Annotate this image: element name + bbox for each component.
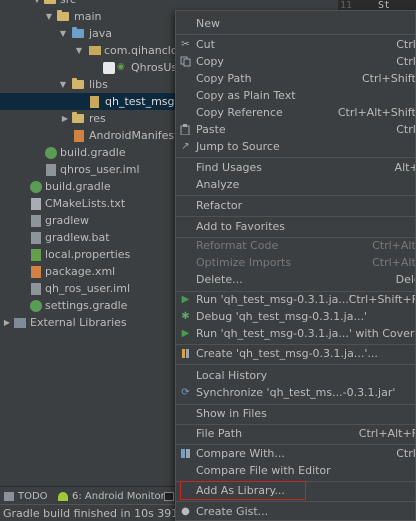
expand-arrow-icon[interactable]: ▼ <box>58 80 68 90</box>
jar-icon <box>90 96 99 108</box>
debug-icon: ✱ <box>181 311 190 322</box>
menu-item-create-run-config[interactable]: Create 'qh_test_msg-0.3.1.ja...'... <box>176 345 415 362</box>
file-icon <box>31 215 41 227</box>
tree-item-manifest[interactable]: AndroidManifest.x <box>0 127 188 144</box>
menu-item-paste[interactable]: Paste Ctrl+ <box>176 121 415 138</box>
collapse-arrow-icon[interactable]: ▶ <box>2 318 12 328</box>
collapse-arrow-icon[interactable]: ▶ <box>60 114 70 124</box>
tree-item-gradlew[interactable]: gradlew <box>0 212 178 229</box>
tree-item-package-xml[interactable]: package.xml <box>0 263 178 280</box>
paste-icon <box>180 124 191 136</box>
cut-icon: ✂ <box>181 39 190 50</box>
todo-tool-button[interactable]: TODO <box>4 489 48 503</box>
xml-file-icon <box>31 266 41 278</box>
menu-item-new[interactable]: New <box>176 15 415 32</box>
tree-item-package[interactable]: ▼ com.qihancloud <box>0 42 192 59</box>
status-text: Gradle build finished in 10s 391ms ( <box>3 507 203 520</box>
tree-item-gradlew-bat[interactable]: gradlew.bat <box>0 229 178 246</box>
menu-item-add-to-favorites[interactable]: Add to Favorites <box>176 218 415 235</box>
gradle-icon <box>30 181 42 193</box>
text-file-icon <box>31 198 41 210</box>
folder-icon <box>72 78 84 89</box>
menu-separator <box>176 157 415 158</box>
coverage-icon: ▶ <box>181 328 190 339</box>
menu-item-show-in-files[interactable]: Show in Files <box>176 405 415 422</box>
tree-item-jar[interactable]: qh_test_msg-0.3 <box>0 93 196 110</box>
menu-item-copy-plain-text[interactable]: Copy as Plain Text <box>176 87 415 104</box>
tree-item-src[interactable]: ▼ src <box>0 0 178 8</box>
menu-item-reformat-code[interactable]: Reformat Code Ctrl+Alt+ <box>176 237 415 254</box>
sync-icon: ⟳ <box>181 387 190 398</box>
tree-item-build-gradle[interactable]: build.gradle <box>0 178 178 195</box>
source-folder-icon <box>72 27 84 38</box>
menu-item-create-gist[interactable]: ● Create Gist... <box>176 503 415 520</box>
menu-item-cut[interactable]: ✂ Cut Ctrl+ <box>176 36 415 53</box>
menu-item-jump-to-source[interactable]: ↗ Jump to Source F <box>176 138 415 155</box>
gist-icon: ● <box>181 506 190 517</box>
expand-arrow-icon[interactable]: ▼ <box>58 29 68 39</box>
android-icon <box>58 491 68 501</box>
expand-arrow-icon[interactable]: ▼ <box>32 0 42 5</box>
tree-item-main[interactable]: ▼ main <box>0 8 178 25</box>
tree-item-libs[interactable]: ▼ libs <box>0 76 178 93</box>
folder-icon <box>57 10 69 21</box>
menu-item-run-with-coverage[interactable]: ▶ Run 'qh_test_msg-0.3.1.ja...' with Cov… <box>176 325 415 342</box>
folder-icon <box>44 0 56 4</box>
tree-item-external-libraries[interactable]: ▶ External Libraries <box>0 314 178 331</box>
tree-item-module-iml[interactable]: qhros_user.iml <box>0 161 178 178</box>
todo-icon <box>4 491 14 501</box>
gradle-icon <box>45 147 57 159</box>
jump-icon: ↗ <box>181 141 190 152</box>
tree-item-settings-gradle[interactable]: settings.gradle <box>0 297 178 314</box>
iml-file-icon <box>46 164 56 176</box>
android-monitor-tool-button[interactable]: 6: Android Monitor <box>58 489 165 503</box>
menu-separator <box>176 216 415 217</box>
menu-item-copy-path[interactable]: Copy Path Ctrl+Shift+ <box>176 70 415 87</box>
menu-item-synchronize[interactable]: ⟳ Synchronize 'qh_test_ms...-0.3.1.jar' <box>176 384 415 401</box>
run-icon: ▶ <box>181 294 190 305</box>
package-icon <box>89 46 101 55</box>
resource-folder-icon <box>72 112 84 123</box>
expand-arrow-icon[interactable]: ▼ <box>74 46 84 56</box>
menu-separator <box>176 34 415 35</box>
menu-item-compare-file-with-editor[interactable]: Compare File with Editor <box>176 462 415 479</box>
context-menu: New ✂ Cut Ctrl+ Copy Ctrl+ Copy Path Ctr… <box>175 10 416 521</box>
menu-item-file-path[interactable]: File Path Ctrl+Alt+F1 <box>176 425 415 442</box>
manifest-file-icon <box>74 130 84 142</box>
menu-item-delete[interactable]: Delete... Delet <box>176 271 415 288</box>
menu-item-optimize-imports[interactable]: Optimize Imports Ctrl+Alt+ <box>176 254 415 271</box>
compare-icon <box>180 448 191 459</box>
menu-item-add-as-library[interactable]: Add As Library... <box>176 482 415 499</box>
menu-item-copy[interactable]: Copy Ctrl+ <box>176 53 415 70</box>
tree-item-cmakelists[interactable]: CMakeLists.txt <box>0 195 178 212</box>
menu-item-refactor[interactable]: Refactor <box>176 197 415 214</box>
menu-item-local-history[interactable]: Local History <box>176 367 415 384</box>
tree-item-res[interactable]: ▶ res <box>0 110 178 127</box>
iml-file-icon <box>31 283 41 295</box>
properties-file-icon <box>31 249 41 261</box>
menu-item-compare-with[interactable]: Compare With... Ctrl+ <box>176 445 415 462</box>
gradle-icon <box>30 300 42 312</box>
menu-separator <box>176 195 415 196</box>
class-icon <box>103 62 115 74</box>
menu-item-find-usages[interactable]: Find Usages Alt+F <box>176 159 415 176</box>
menu-separator <box>176 501 415 502</box>
tree-item-module-build-gradle[interactable]: build.gradle <box>0 144 178 161</box>
menu-item-debug[interactable]: ✱ Debug 'qh_test_msg-0.3.1.ja...' <box>176 308 415 325</box>
library-icon <box>14 318 26 328</box>
menu-item-run[interactable]: ▶ Run 'qh_test_msg-0.3.1.ja...' Ctrl+Shi… <box>176 291 415 308</box>
menu-item-copy-reference[interactable]: Copy Reference Ctrl+Alt+Shift+ <box>176 104 415 121</box>
terminal-icon <box>164 491 174 501</box>
file-icon <box>31 232 41 244</box>
tree-item-java[interactable]: ▼ java <box>0 25 178 42</box>
tree-item-local-properties[interactable]: local.properties <box>0 246 178 263</box>
copy-icon <box>180 56 191 67</box>
create-config-icon <box>180 348 191 359</box>
menu-item-analyze[interactable]: Analyze <box>176 176 415 193</box>
class-badge-icon: ◉ <box>117 62 125 72</box>
tree-item-qhrosuser-class[interactable]: ◉ QhrosUse <box>0 59 184 76</box>
tree-item-root-iml[interactable]: qh_ros_user.iml <box>0 280 178 297</box>
expand-arrow-icon[interactable]: ▼ <box>44 12 54 22</box>
menu-separator <box>176 364 415 365</box>
